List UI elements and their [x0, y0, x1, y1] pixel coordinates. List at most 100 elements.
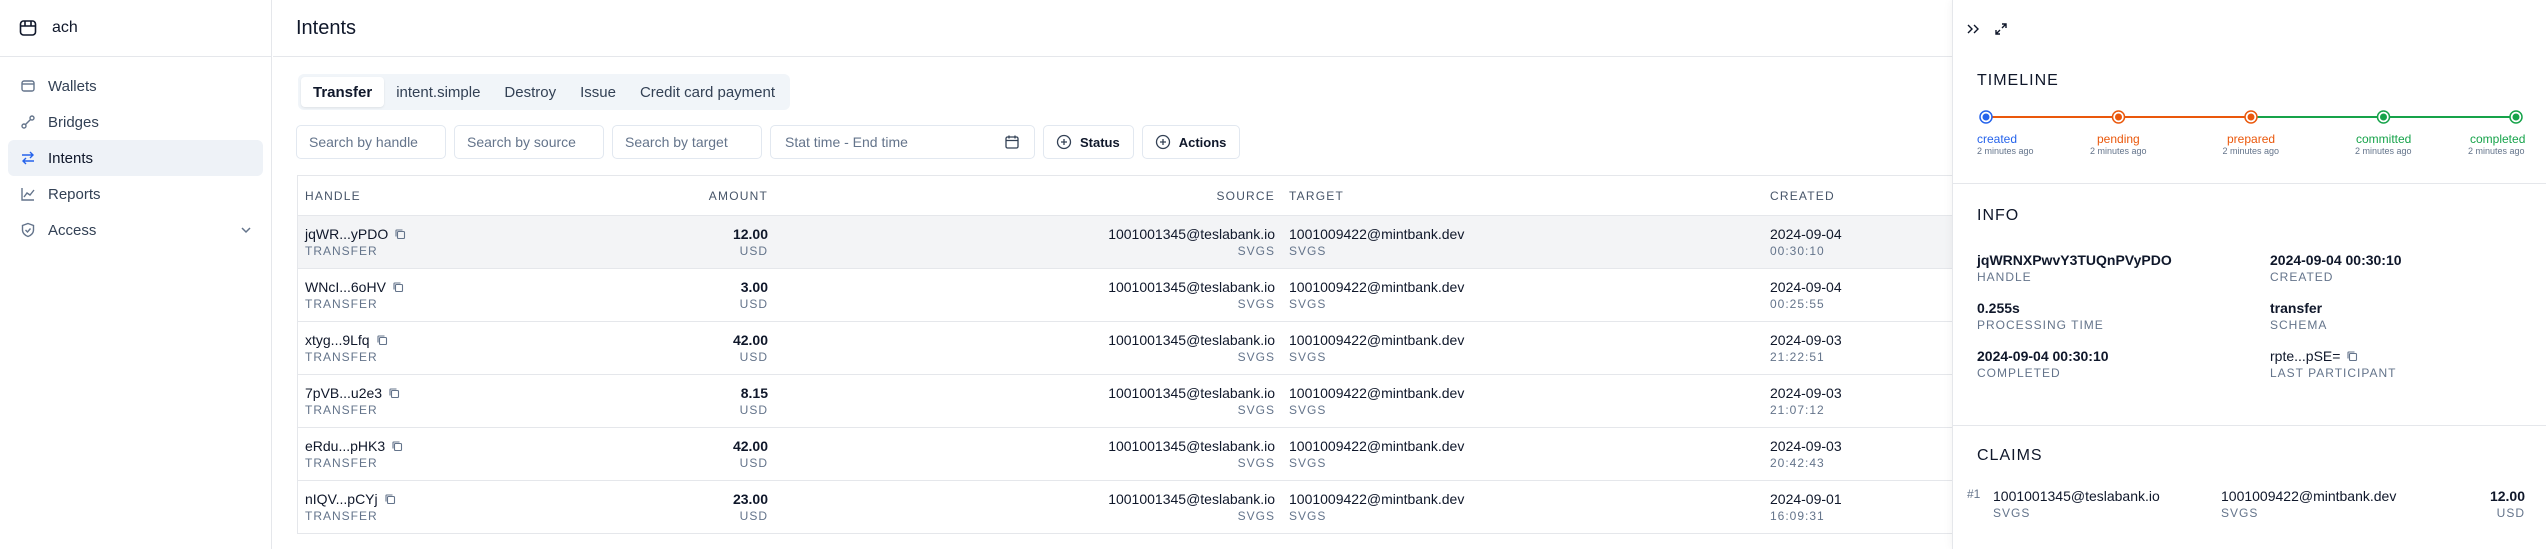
info-schema-label: SCHEMA — [2270, 318, 2328, 332]
created-date: 2024-09-04 — [1770, 226, 1842, 242]
handle-search-input[interactable] — [296, 125, 446, 159]
amount-currency: USD — [739, 456, 768, 470]
created-date: 2024-09-04 — [1770, 279, 1842, 295]
table-row[interactable]: WNcI...6oHV TRANSFER 3.00 USD 1001001345… — [298, 269, 1953, 322]
table-row[interactable]: 7pVB...u2e3 TRANSFER 8.15 USD 1001001345… — [298, 375, 1953, 428]
table-row[interactable]: nIQV...pCYj TRANSFER 23.00 USD 100100134… — [298, 481, 1953, 534]
claim-source-sub: SVGS — [1993, 506, 2031, 520]
amount-value: 42.00 — [732, 438, 768, 454]
timeline-title: TIMELINE — [1977, 72, 2059, 89]
handle-line: xtyg...9Lfq — [305, 331, 468, 349]
timeline-time: 2 minutes ago — [2090, 146, 2147, 156]
column-header-target[interactable]: TARGET — [1275, 189, 1770, 203]
intent-type: TRANSFER — [305, 456, 378, 470]
source-cell: 1001001345@teslabank.io SVGS — [770, 269, 1275, 321]
tab-transfer[interactable]: Transfer — [301, 77, 385, 107]
sidebar-item-wallets[interactable]: Wallets — [8, 68, 263, 104]
claim-target-value: 1001009422@mintbank.dev — [2221, 488, 2397, 504]
created-cell: 2024-09-03 20:42:43 — [1770, 428, 1950, 480]
info-participant: rpte...pSE= LAST PARTICIPANT — [2270, 347, 2396, 381]
source-sub: SVGS — [1237, 244, 1275, 258]
created-time: 21:07:12 — [1770, 403, 1825, 417]
target-cell: 1001009422@mintbank.dev SVGS — [1275, 481, 1770, 533]
actions-filter-button[interactable]: Actions — [1141, 125, 1241, 159]
intent-type-tabs: Transfer intent.simple Destroy Issue Cre… — [298, 74, 791, 110]
info-handle-value: jqWRNXPwvY3TUQnPVyPDO — [1977, 252, 2172, 268]
tab-issue[interactable]: Issue — [568, 77, 628, 107]
copy-icon[interactable] — [376, 334, 388, 346]
created-cell: 2024-09-03 21:22:51 — [1770, 322, 1950, 374]
copy-icon[interactable] — [394, 228, 406, 240]
handle-line: WNcI...6oHV — [305, 278, 468, 296]
sidebar-item-reports[interactable]: Reports — [8, 176, 263, 212]
tab-intent-simple[interactable]: intent.simple — [384, 77, 492, 107]
expand-icon[interactable] — [1993, 21, 2009, 37]
info-handle: jqWRNXPwvY3TUQnPVyPDO HANDLE — [1977, 251, 2172, 285]
amount-currency: USD — [739, 297, 768, 311]
sidebar-item-access[interactable]: Access — [8, 212, 263, 248]
copy-icon[interactable] — [388, 387, 400, 399]
chevron-down-icon[interactable] — [239, 223, 253, 237]
handle-cell: xtyg...9Lfq TRANSFER — [298, 322, 468, 374]
target-value: 1001009422@mintbank.dev — [1289, 226, 1465, 242]
target-sub: SVGS — [1289, 509, 1327, 523]
source-search-input[interactable] — [454, 125, 604, 159]
timeline-time: 2 minutes ago — [2222, 146, 2280, 156]
target-search-input[interactable] — [612, 125, 762, 159]
collapse-panel-icon[interactable] — [1965, 21, 1981, 37]
column-header-amount[interactable]: AMOUNT — [468, 189, 770, 203]
source-sub: SVGS — [1237, 456, 1275, 470]
target-sub: SVGS — [1289, 350, 1327, 364]
amount-currency: USD — [739, 509, 768, 523]
copy-icon[interactable] — [391, 440, 403, 452]
app-name: ach — [52, 19, 78, 36]
source-sub: SVGS — [1237, 509, 1275, 523]
sidebar-item-intents[interactable]: Intents — [8, 140, 263, 176]
handle-cell: nIQV...pCYj TRANSFER — [298, 481, 468, 533]
status-filter-label: Status — [1080, 134, 1120, 150]
table-row[interactable]: xtyg...9Lfq TRANSFER 42.00 USD 100100134… — [298, 322, 1953, 375]
copy-icon[interactable] — [392, 281, 404, 293]
timeline-label-pending: pending — [2097, 132, 2140, 146]
bridge-icon — [20, 114, 36, 130]
sidebar-item-label: Wallets — [48, 77, 97, 95]
timeline: created 2 minutes ago pending 2 minutes ago… — [1977, 110, 2525, 160]
target-value: 1001009422@mintbank.dev — [1289, 279, 1465, 295]
created-time: 00:25:55 — [1770, 297, 1825, 311]
actions-filter-label: Actions — [1178, 134, 1227, 150]
amount-currency: USD — [739, 403, 768, 417]
timeline-dot-committed — [2380, 113, 2387, 121]
timeline-time: 2 minutes ago — [1977, 146, 2034, 156]
copy-icon[interactable] — [2346, 350, 2358, 362]
created-cell: 2024-09-01 16:09:31 — [1770, 481, 1950, 533]
amount-value: 42.00 — [732, 332, 768, 348]
plus-circle-icon — [1155, 134, 1171, 150]
copy-icon[interactable] — [384, 493, 396, 505]
chart-icon — [20, 186, 36, 202]
handle-cell: jqWR...yPDO TRANSFER — [298, 216, 468, 268]
date-range-picker[interactable]: Stat time - End time — [770, 125, 1035, 159]
target-cell: 1001009422@mintbank.dev SVGS — [1275, 269, 1770, 321]
amount-value: 23.00 — [732, 491, 768, 507]
created-time: 21:22:51 — [1770, 350, 1825, 364]
table-row[interactable]: jqWR...yPDO TRANSFER 12.00 USD 100100134… — [298, 216, 1953, 269]
column-header-source[interactable]: SOURCE — [770, 189, 1275, 203]
info-processing-label: PROCESSING TIME — [1977, 318, 2104, 332]
sidebar-nav: Wallets Bridges Intents Reports Access — [0, 57, 271, 248]
plus-circle-icon — [1056, 134, 1072, 150]
timeline-time: 2 minutes ago — [2355, 146, 2412, 156]
table-row[interactable]: eRdu...pHK3 TRANSFER 42.00 USD 100100134… — [298, 428, 1953, 481]
shield-icon — [20, 222, 36, 238]
tab-destroy[interactable]: Destroy — [492, 77, 568, 107]
status-filter-button[interactable]: Status — [1043, 125, 1134, 159]
handle-cell: 7pVB...u2e3 TRANSFER — [298, 375, 468, 427]
brand[interactable]: ach — [0, 0, 271, 57]
info-schema-value: transfer — [2270, 300, 2323, 316]
column-header-handle[interactable]: HANDLE — [298, 189, 468, 203]
amount-currency: USD — [739, 244, 768, 258]
sidebar-item-bridges[interactable]: Bridges — [8, 104, 263, 140]
source-cell: 1001001345@teslabank.io SVGS — [770, 375, 1275, 427]
tab-credit-card-payment[interactable]: Credit card payment — [628, 77, 787, 107]
created-cell: 2024-09-04 00:25:55 — [1770, 269, 1950, 321]
column-header-created[interactable]: CREATED — [1770, 189, 1950, 203]
